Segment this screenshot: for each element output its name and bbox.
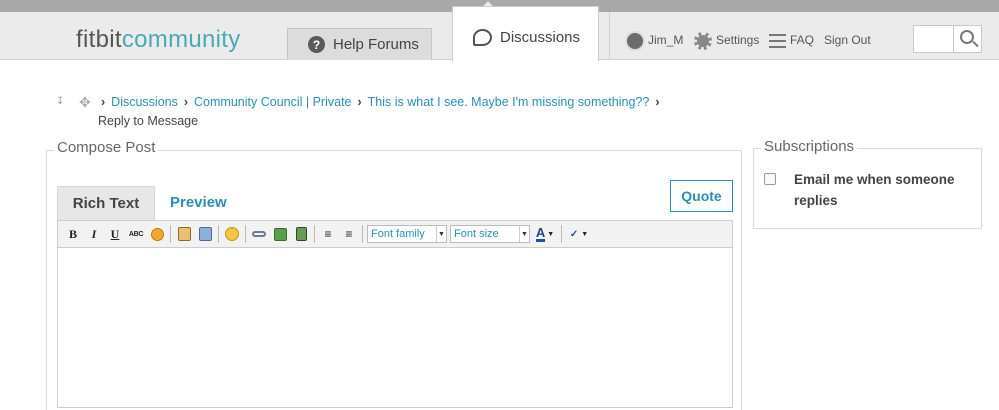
- tab-preview[interactable]: Preview: [170, 194, 227, 211]
- font-color-icon: A: [535, 224, 546, 242]
- subscriptions-title: Subscriptions: [761, 138, 858, 155]
- toolbar-separator: [218, 225, 219, 243]
- chevron-down-icon: ▼: [547, 230, 555, 238]
- tab-rich-text[interactable]: Rich Text: [57, 186, 155, 220]
- breadcrumb-chevron-icon: ›: [101, 95, 106, 109]
- bullet-list-icon[interactable]: ≡: [340, 225, 358, 243]
- breadcrumb-discussions[interactable]: Discussions: [111, 95, 178, 109]
- site-logo[interactable]: fitbitcommunity: [76, 26, 241, 54]
- chevron-down-icon: ▼: [436, 226, 446, 242]
- underline-button[interactable]: U: [106, 225, 124, 243]
- paste-word-icon[interactable]: [196, 225, 214, 243]
- sign-out-link[interactable]: Sign Out: [824, 33, 871, 47]
- username-link[interactable]: Jim_M: [648, 33, 683, 47]
- question-circle-icon: ?: [308, 36, 325, 53]
- font-size-value: Font size: [454, 228, 499, 240]
- font-color-button[interactable]: A ▼: [533, 225, 557, 243]
- chevron-down-icon: ▼: [519, 226, 529, 242]
- italic-button[interactable]: I: [85, 225, 103, 243]
- video-icon[interactable]: [292, 225, 310, 243]
- chevron-down-icon: ▼: [581, 230, 589, 238]
- breadcrumb-thread[interactable]: This is what I see. Maybe I'm missing so…: [368, 95, 650, 109]
- tab-discussions[interactable]: Discussions: [452, 6, 599, 61]
- spellcheck-button[interactable]: ✓ ▼: [566, 225, 592, 243]
- breadcrumb-chevron-icon: ›: [655, 95, 660, 109]
- logo-text-fitbit: fitbit: [76, 26, 122, 53]
- email-subscribe-label[interactable]: Email me when someone replies: [794, 169, 972, 211]
- gear-icon[interactable]: [694, 32, 712, 50]
- image-icon[interactable]: [271, 225, 289, 243]
- settings-link[interactable]: Settings: [716, 33, 759, 47]
- list-icon[interactable]: [769, 34, 786, 48]
- strikethrough-button[interactable]: ABC: [127, 225, 145, 243]
- breadcrumb-community-council[interactable]: Community Council | Private: [194, 95, 351, 109]
- toolbar-separator: [561, 225, 562, 243]
- emoticon-icon[interactable]: [223, 225, 241, 243]
- email-subscribe-checkbox[interactable]: [764, 173, 776, 185]
- breadcrumb-chevron-icon: ›: [183, 95, 189, 109]
- toolbar-separator: [362, 225, 363, 243]
- toolbar-separator: [314, 225, 315, 243]
- spellcheck-icon: ✓: [569, 228, 579, 240]
- faq-link[interactable]: FAQ: [790, 33, 814, 47]
- tab-help-forums-label: Help Forums: [333, 36, 419, 53]
- tab-discussions-label: Discussions: [500, 28, 581, 46]
- font-family-select[interactable]: Font family ▼: [367, 225, 447, 243]
- community-home-icon[interactable]: ✥: [79, 95, 93, 109]
- font-size-select[interactable]: Font size ▼: [450, 225, 530, 243]
- collapse-arrow-icon[interactable]: ↧: [56, 96, 67, 107]
- link-icon[interactable]: [250, 225, 268, 243]
- search-input[interactable]: [913, 25, 953, 53]
- paste-text-icon[interactable]: [175, 225, 193, 243]
- quote-button[interactable]: Quote: [670, 180, 733, 212]
- avatar[interactable]: [625, 31, 645, 51]
- tab-help-forums[interactable]: ? Help Forums: [287, 28, 432, 60]
- compose-post-title: Compose Post: [54, 139, 159, 156]
- editor-toolbar: B I U ABC ≡ ≡ Font family ▼ Font size ▼ A ▼…: [57, 220, 733, 248]
- spoiler-icon[interactable]: [148, 225, 166, 243]
- search-icon-handle: [972, 40, 979, 48]
- breadcrumb-chevron-icon: ›: [357, 95, 362, 109]
- bold-button[interactable]: B: [64, 225, 82, 243]
- message-body-editor[interactable]: [57, 248, 733, 408]
- search-button[interactable]: [953, 25, 982, 53]
- breadcrumb: › Discussions › Community Council | Priv…: [101, 95, 666, 109]
- chat-bubble-icon: [473, 28, 492, 46]
- logo-text-community: community: [121, 26, 241, 53]
- numbered-list-icon[interactable]: ≡: [319, 225, 337, 243]
- breadcrumb-current: Reply to Message: [98, 114, 199, 128]
- font-family-value: Font family: [371, 228, 425, 240]
- toolbar-separator: [170, 225, 171, 243]
- header-divider: [609, 12, 610, 60]
- toolbar-separator: [245, 225, 246, 243]
